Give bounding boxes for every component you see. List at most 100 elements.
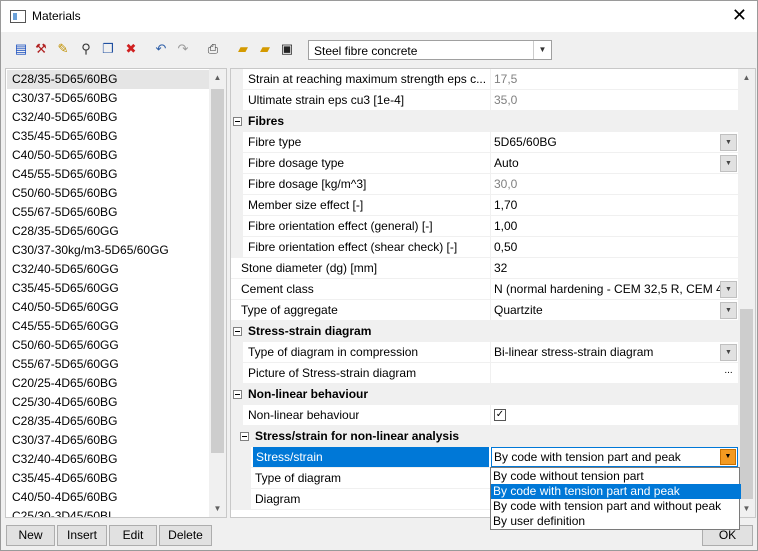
selected-prop-label: Stress/strain [253,447,489,467]
new-button[interactable]: New [6,525,55,546]
prop-row-stress-strain[interactable]: Stress/strain By code with tension part … [231,447,738,468]
prop-row-aggregate[interactable]: Type of aggregate Quartzite ▼ [231,300,738,321]
prop-value[interactable]: 0,50 [494,240,720,254]
collapse-icon[interactable] [233,117,242,126]
save-icon[interactable]: ▣ [279,41,295,57]
dropdown-option-selected[interactable]: By code with tension part and peak [491,484,741,499]
scroll-up-icon[interactable]: ▲ [209,69,226,86]
delete-button[interactable]: Delete [159,525,212,546]
prop-label: Member size effect [-] [248,198,364,212]
list-item[interactable]: C20/25-4D65/60BG [7,374,214,393]
category-ss-nonlinear[interactable]: Stress/strain for non-linear analysis [231,426,738,447]
prop-row-orient-shear[interactable]: Fibre orientation effect (shear check) [… [231,237,738,258]
new-material-icon[interactable]: ▤ [13,41,29,57]
list-item[interactable]: C25/30-3D45/50BL [7,507,214,517]
prop-row-diag-comp[interactable]: Type of diagram in compression Bi-linear… [231,342,738,363]
binoculars-icon[interactable]: ⚲ [78,41,94,57]
scroll-up-icon[interactable]: ▲ [738,69,755,86]
dropdown-option[interactable]: By code with tension part and without pe… [491,499,741,514]
prop-value[interactable]: 1,70 [494,198,720,212]
list-item[interactable]: C30/37-4D65/60BG [7,431,214,450]
print-icon[interactable]: ⎙ [205,41,221,57]
prop-value[interactable]: Quartzite [494,303,720,317]
prop-value[interactable]: Auto [494,156,720,170]
prop-row-fibre-type[interactable]: Fibre type 5D65/60BG ▼ [231,132,738,153]
chevron-down-icon[interactable]: ▼ [720,344,737,361]
prop-value[interactable]: N (normal hardening - CEM 32,5 R, CEM 42 [494,282,720,296]
list-item[interactable]: C40/50-5D65/60BG [7,146,214,165]
list-item[interactable]: C30/37-5D65/60BG [7,89,214,108]
prop-row-cement[interactable]: Cement class N (normal hardening - CEM 3… [231,279,738,300]
open-folder-icon[interactable]: ▰ [235,41,251,57]
list-item[interactable]: C55/67-5D65/60BG [7,203,214,222]
list-item[interactable]: C32/40-5D65/60GG [7,260,214,279]
dropdown-option[interactable]: By user definition [491,514,741,529]
list-item[interactable]: C32/40-5D65/60BG [7,108,214,127]
list-item[interactable]: C30/37-30kg/m3-5D65/60GG [7,241,214,260]
list-item[interactable]: C25/30-4D65/60BG [7,393,214,412]
copy-icon[interactable]: ❐ [100,41,116,57]
list-item[interactable]: C55/67-5D65/60GG [7,355,214,374]
undo-icon[interactable]: ↶ [153,41,169,57]
category-nonlinear[interactable]: Non-linear behaviour [231,384,738,405]
chevron-down-icon[interactable]: ▼ [720,449,736,465]
materials-props-icon[interactable]: ⚒ [33,41,49,57]
list-item[interactable]: C50/60-5D65/60BG [7,184,214,203]
list-item[interactable]: C35/45-5D65/60BG [7,127,214,146]
scroll-down-icon[interactable]: ▼ [209,500,226,517]
nonlinear-checkbox[interactable]: ✓ [494,409,506,421]
list-item[interactable]: C40/50-4D65/60BG [7,488,214,507]
open-folder-alt-icon[interactable]: ▰ [257,41,273,57]
scrollbar-thumb[interactable] [740,309,753,499]
category-label: Non-linear behaviour [248,387,369,401]
prop-row-stone-diam[interactable]: Stone diameter (dg) [mm] 32 [231,258,738,279]
insert-button[interactable]: Insert [57,525,107,546]
chevron-down-icon[interactable]: ▼ [720,155,737,172]
browse-button[interactable]: ... [720,365,737,382]
list-item[interactable]: C32/40-4D65/60BG [7,450,214,469]
prop-label: Type of diagram [255,471,342,485]
prop-row-nonlinear[interactable]: Non-linear behaviour ✓ [231,405,738,426]
list-item[interactable]: C28/35-4D65/60BG [7,412,214,431]
list-item[interactable]: C35/45-4D65/60BG [7,469,214,488]
redo-icon[interactable]: ↷ [175,41,191,57]
prop-value[interactable]: 32 [494,261,720,275]
prop-value[interactable]: 5D65/60BG [494,135,720,149]
edit-button[interactable]: Edit [109,525,157,546]
prop-label: Picture of Stress-strain diagram [248,366,417,380]
chevron-down-icon[interactable]: ▼ [720,302,737,319]
chevron-down-icon[interactable]: ▼ [533,41,551,59]
delete-icon[interactable]: ✖ [123,41,139,57]
stress-strain-select[interactable]: By code with tension part and peak ▼ [491,447,738,467]
chevron-down-icon[interactable]: ▼ [720,281,737,298]
grid-scrollbar[interactable]: ▲ ▼ [738,69,755,517]
prop-row-picture[interactable]: Picture of Stress-strain diagram ... [231,363,738,384]
close-button[interactable]: ✕ [732,5,747,25]
list-item[interactable]: C28/35-5D65/60GG [7,222,214,241]
prop-row-member-size[interactable]: Member size effect [-] 1,70 [231,195,738,216]
list-scrollbar[interactable]: ▲ ▼ [209,69,226,517]
category-stress-strain[interactable]: Stress-strain diagram [231,321,738,342]
dropdown-option[interactable]: By code without tension part [491,469,741,484]
category-fibres[interactable]: Fibres [231,111,738,132]
prop-label: Type of aggregate [241,303,338,317]
list-item[interactable]: C45/55-5D65/60BG [7,165,214,184]
prop-row-dosage-type[interactable]: Fibre dosage type Auto ▼ [231,153,738,174]
list-item[interactable]: C50/60-5D65/60GG [7,336,214,355]
scrollbar-thumb[interactable] [211,89,224,453]
list-item[interactable]: C28/35-5D65/60BG [7,70,214,89]
prop-label: Fibre orientation effect (general) [-] [248,219,433,233]
chevron-down-icon[interactable]: ▼ [720,134,737,151]
collapse-icon[interactable] [240,432,249,441]
collapse-icon[interactable] [233,390,242,399]
prop-row-ult-strain: Ultimate strain eps cu3 [1e-4] 35,0 [231,90,738,111]
prop-value[interactable]: 1,00 [494,219,720,233]
material-type-select[interactable]: Steel fibre concrete ▼ [308,40,552,60]
prop-row-orient-general[interactable]: Fibre orientation effect (general) [-] 1… [231,216,738,237]
list-item[interactable]: C35/45-5D65/60GG [7,279,214,298]
collapse-icon[interactable] [233,327,242,336]
list-item[interactable]: C45/55-5D65/60GG [7,317,214,336]
list-item[interactable]: C40/50-5D65/60GG [7,298,214,317]
prop-value[interactable]: Bi-linear stress-strain diagram [494,345,720,359]
edit-icon[interactable]: ✎ [55,41,71,57]
